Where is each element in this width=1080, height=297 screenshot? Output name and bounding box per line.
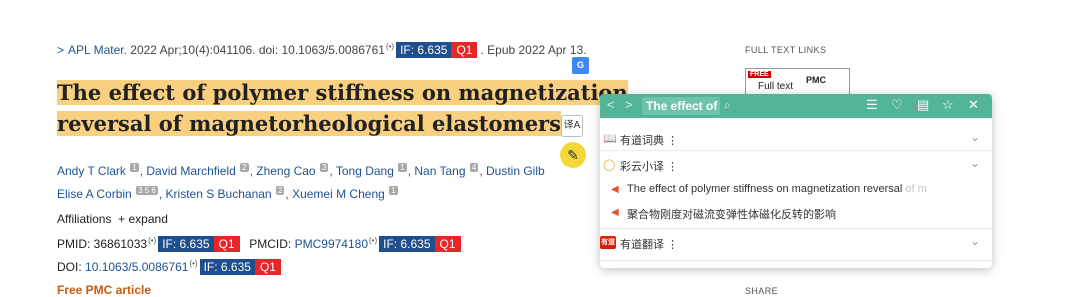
signal-icon: (•) [369,236,378,245]
notebook-icon[interactable]: ▤ [917,97,929,113]
impact-factor-badge: IF: 6.635 [158,236,214,252]
query-input[interactable]: The effect of [642,97,720,115]
doi-label: DOI: [57,260,86,274]
share-heading: SHARE [745,286,779,296]
chevron-down-icon[interactable]: ⌄ [970,234,980,248]
affiliation-number[interactable]: 3 [319,163,329,172]
impact-factor-badge: IF: 6.635 [379,236,435,252]
impact-factor-badge: IF: 6.635 [199,259,255,275]
translation-text: 聚合物刚度对磁流变弹性体磁化反转的影响 [627,209,836,221]
youdao-translate-label: 有道翻译 ⋮ [620,239,679,251]
speaker-icon[interactable]: ◀ [611,184,619,195]
journal-link[interactable]: APL Mater. [68,43,127,57]
author-link[interactable]: Xuemei M Cheng [292,187,385,201]
author-link[interactable]: Andy T Clark [57,164,126,178]
free-pmc-article: Free PMC article [57,283,152,297]
doi-link[interactable]: 10.1063/5.0086761 [85,260,188,274]
pmcid-label: PMCID: [249,237,295,251]
divider [600,150,992,151]
pin-icon[interactable]: ☆ [942,97,954,113]
quartile-badge: Q1 [254,259,281,275]
title-line-1: The effect of polymer stiffness on magne… [57,80,628,105]
affiliation-number[interactable]: 2 [275,186,285,195]
affiliation-number[interactable]: 1 [398,163,407,172]
affiliation-number[interactable]: 1 [389,186,398,195]
affiliation-number[interactable]: 2 [240,163,249,172]
affiliations-label: Affiliations [57,212,112,226]
quartile-badge: Q1 [434,236,461,252]
pmid: PMID: 36861033 [57,237,148,251]
impact-factor-badge: IF: 6.635 [396,42,452,58]
full-text-label: Full text [758,81,794,92]
chevron-down-icon[interactable]: ⌄ [970,130,980,144]
citation-line: > APL Mater. 2022 Apr;10(4):041106. doi: … [57,42,587,58]
forward-icon[interactable]: > [625,97,633,112]
affiliation-number[interactable]: 1 [130,163,139,172]
popup-toolbar: < > The effect of ⌕ ☰ ♡ ▤ ☆ ✕ [600,94,992,118]
signal-icon: (•) [148,236,157,245]
close-icon[interactable]: ✕ [968,97,979,113]
menu-icon[interactable]: ☰ [866,97,878,113]
favorite-icon[interactable]: ♡ [891,97,903,113]
free-tag: FREE [748,71,771,78]
affiliation-number[interactable]: 3 5 6 [136,186,158,195]
source-sentence: The effect of polymer stiffness on magne… [627,183,927,195]
translate-tool-icon[interactable]: 译A [561,115,583,137]
doi-row: DOI: 10.1063/5.0086761(•) IF: 6.635 Q1 [57,259,284,275]
signal-icon: (•) [189,259,198,268]
translation-popup: < > The effect of ⌕ ☰ ♡ ▤ ☆ ✕ 📖 有道词典 ⋮ ⌄… [600,94,992,268]
signal-icon: (•) [385,42,395,51]
pmc-full-text-button[interactable]: FREE Full text PMC [745,68,850,96]
chevron-down-icon[interactable]: ⌄ [970,156,980,170]
title-line-2: reversal of magnetorheological elastomer… [57,111,561,136]
chevron-right-icon[interactable]: > [57,43,64,57]
divider [600,260,992,261]
caiyun-label: 彩云小译 ⋮ [620,161,679,173]
speaker-icon[interactable]: ◀ [611,207,619,218]
author-link[interactable]: Elise A Corbin [57,187,132,201]
affiliation-number[interactable]: 4 [469,163,479,172]
author-list: Andy T Clark 1, David Marchfield 2, Zhen… [57,163,545,201]
caiyun-icon: ◯ [603,159,616,171]
pmc-logo: PMC [806,75,826,85]
search-icon[interactable]: ⌕ [724,98,731,113]
epub-date: . Epub 2022 Apr 13. [480,43,587,57]
author-link[interactable]: Kristen S Buchanan [166,187,272,201]
quartile-badge: Q1 [451,42,478,58]
affiliations-row: Affiliations + expand [57,212,168,226]
author-link[interactable]: Nan Tang [414,164,465,178]
author-link[interactable]: Dustin Gilb [486,164,545,178]
identifier-row: PMID: 36861033(•) IF: 6.635 Q1 PMCID: PMC9… [57,236,464,252]
citation-details: 2022 Apr;10(4):041106. doi: 10.1063/5.00… [126,43,385,57]
back-icon[interactable]: < [607,97,615,112]
divider [600,228,992,229]
youdao-translate-logo: 有道 [600,236,616,249]
youdao-dict-label: 有道词典 ⋮ [620,135,679,147]
quartile-badge: Q1 [213,236,240,252]
pmcid-link[interactable]: PMC9974180 [295,237,368,251]
google-translate-icon[interactable]: G [572,57,589,74]
youdao-dict-icon: 📖 [603,133,617,145]
expand-button[interactable]: + expand [118,212,168,226]
full-text-links-heading: FULL TEXT LINKS [745,45,827,55]
author-link[interactable]: Zheng Cao [256,164,315,178]
author-link[interactable]: David Marchfield [146,164,235,178]
author-link[interactable]: Tong Dang [336,164,394,178]
